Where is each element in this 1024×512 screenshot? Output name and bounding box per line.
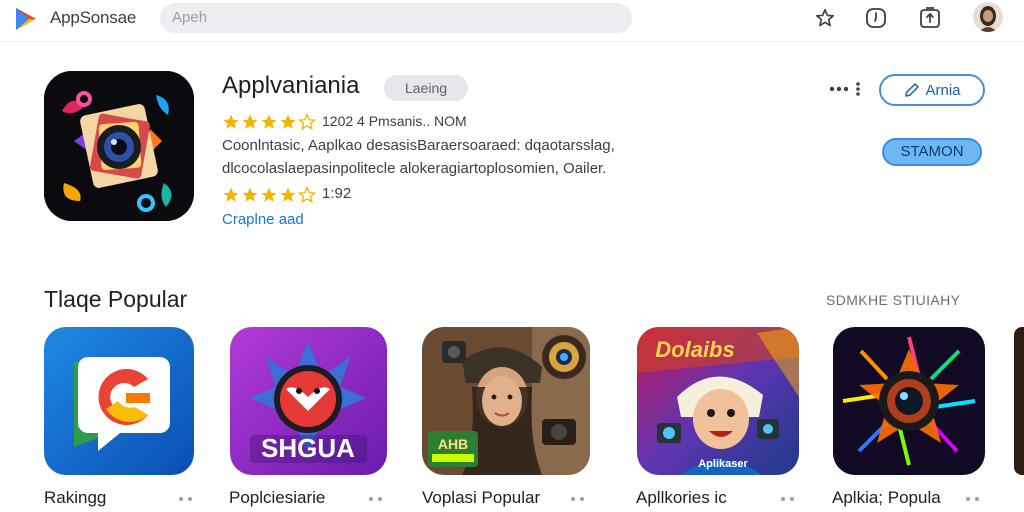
star-icon[interactable]: [813, 6, 837, 30]
card-photo-badge: AHB: [438, 436, 468, 452]
app-card-icon-partial[interactable]: [1014, 327, 1024, 475]
app-title: Applvaniania: [222, 72, 360, 99]
rating-stars-secondary: [222, 186, 316, 204]
edit-button[interactable]: Arnia: [879, 74, 985, 106]
status-badge[interactable]: Laeing: [384, 75, 468, 101]
more-options-icon[interactable]: [368, 496, 384, 502]
app-card-icon-2[interactable]: SHGUA: [230, 327, 387, 475]
clock-icon[interactable]: [864, 6, 888, 30]
description-line-2: dlcocolaslaepasinpolitecle alokeragiarto…: [222, 160, 607, 177]
search-placeholder: Apeh: [172, 9, 208, 26]
rating-stars: [222, 113, 316, 131]
star-full-icon: [242, 187, 258, 202]
brand-name[interactable]: AppSonsae: [50, 8, 136, 28]
app-card-icon-3[interactable]: AHB: [422, 327, 590, 475]
app-card-icon-4[interactable]: Dolaibs Aplikaser: [637, 327, 799, 475]
app-card-label-4[interactable]: Apllkories ic: [636, 488, 727, 508]
avatar[interactable]: [973, 2, 1003, 32]
logo-icon[interactable]: [12, 5, 40, 33]
star-full-icon: [261, 187, 277, 202]
star-full-icon: [242, 114, 258, 129]
card-emblem-text: SHGUA: [261, 433, 355, 463]
details-link[interactable]: Craplne aad: [222, 211, 304, 228]
star-full-icon: [261, 114, 277, 129]
search-input[interactable]: Apeh: [160, 3, 632, 33]
star-empty-icon: [298, 186, 316, 204]
primary-action-button[interactable]: STAMON: [882, 138, 982, 166]
app-card-label-1[interactable]: Rakingg: [44, 488, 106, 508]
star-full-icon: [280, 187, 296, 202]
app-card-icon-1[interactable]: [44, 327, 194, 475]
app-card-label-3[interactable]: Voplasi Popular: [422, 488, 540, 508]
more-options-icon[interactable]: [965, 496, 981, 502]
app-card-icon-5[interactable]: [833, 327, 985, 475]
pencil-icon: [905, 83, 920, 97]
see-all-link[interactable]: SDMKHE STIUIAHY: [826, 292, 960, 308]
featured-app-icon[interactable]: [44, 71, 194, 221]
card-poster-text: Dolaibs: [655, 337, 734, 362]
more-options-icon[interactable]: [780, 496, 796, 502]
rating-count: 1:92: [322, 185, 352, 202]
description-line-1: Coonlntasic, Aaplkao desasisBaraersoarae…: [222, 137, 615, 154]
edit-button-label: Arnia: [925, 81, 961, 99]
app-card-label-5[interactable]: Aplkia; Popula: [832, 488, 941, 508]
card-poster-caption: Aplikaser: [698, 458, 748, 470]
app-card-label-2[interactable]: Poplciesiarie: [229, 488, 325, 508]
star-full-icon: [223, 114, 239, 129]
top-bar: AppSonsae Apeh: [0, 0, 1024, 42]
section-title: Tlaqe Popular: [44, 286, 188, 312]
star-empty-icon: [298, 113, 316, 131]
more-options-icon[interactable]: [570, 496, 586, 502]
rating-meta: 1202 4 Pmsanis.. NOM: [322, 113, 467, 129]
star-full-icon: [223, 187, 239, 202]
star-full-icon: [280, 114, 296, 129]
more-options-icon[interactable]: [178, 496, 194, 502]
share-icon[interactable]: [918, 6, 942, 30]
more-options-icon[interactable]: [828, 80, 862, 98]
